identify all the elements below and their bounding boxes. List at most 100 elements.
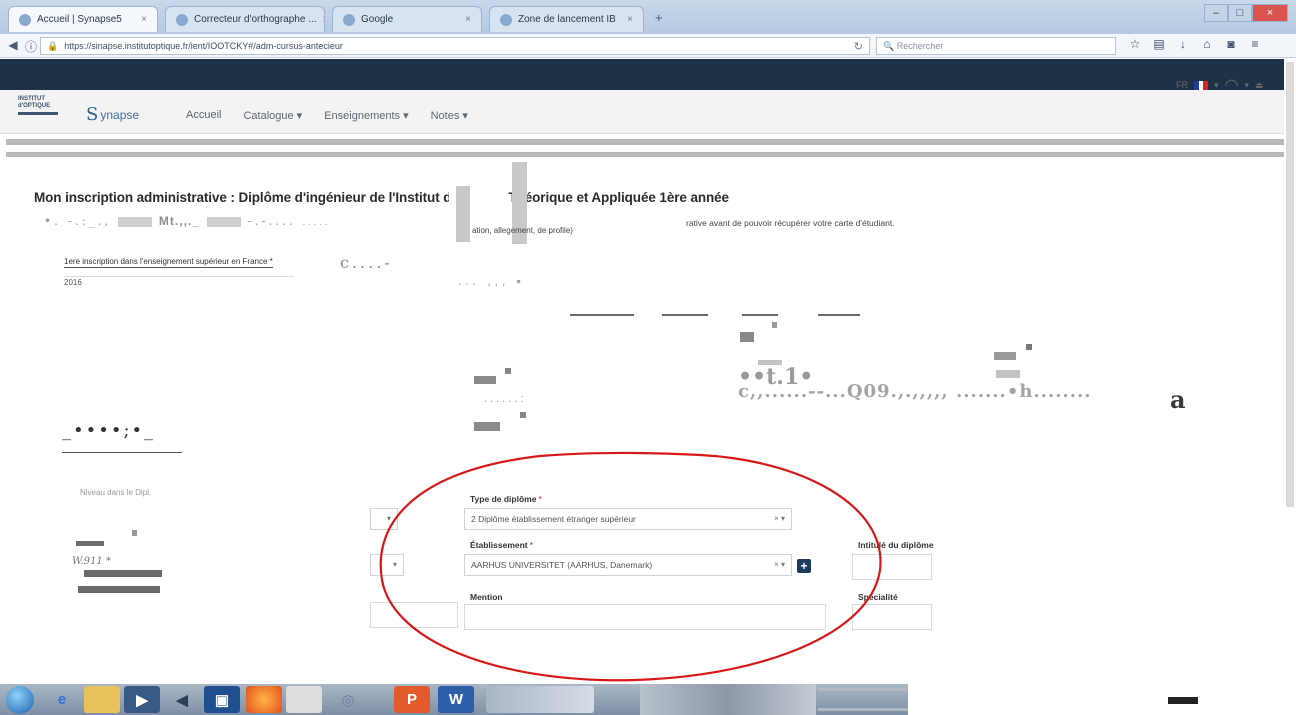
page-scrollbar[interactable]: [1286, 62, 1294, 507]
specialite-label: Spécialité: [858, 592, 898, 602]
close-tab-icon[interactable]: ×: [141, 14, 147, 25]
minimize-icon[interactable]: –: [1204, 4, 1228, 22]
synapse-s-icon: S: [86, 104, 99, 125]
scan-artifact: [1168, 697, 1198, 704]
powerpoint-icon[interactable]: P: [394, 686, 430, 713]
clear-chevron-icon[interactable]: × ▾: [774, 514, 785, 523]
subtitle-fragment: ation, allegement, de profile): [472, 226, 573, 235]
mention-input[interactable]: [464, 604, 826, 630]
intitule-diplome-label: Intitulé du diplôme: [858, 540, 934, 550]
browser-nav-bar: ◀ ⓘ 🔒 https://sinapse.institutoptique.fr…: [0, 34, 1296, 58]
site-info-icon[interactable]: ⓘ: [20, 38, 42, 55]
synapse-favicon-icon: [19, 13, 31, 26]
garbled-text: c,,......--...Q09.,.,,,,, .......•h.....…: [738, 381, 1092, 402]
main-menu: Accueil Catalogue ▾ Enseignements ▾ Note…: [186, 109, 468, 122]
url-text: https://sinapse.institutoptique.fr/ient/…: [64, 41, 343, 51]
taskbar-window-thumbnail[interactable]: [640, 684, 816, 715]
garbled-text: ... ,,, ▪: [458, 274, 525, 288]
reload-icon[interactable]: ↻: [854, 40, 863, 53]
header-divider: [6, 139, 1284, 145]
chevron-down-icon: ▾: [386, 514, 391, 523]
left-cut-input[interactable]: [370, 602, 458, 628]
network-icon[interactable]: ▣: [204, 686, 240, 713]
clear-chevron-icon[interactable]: × ▾: [774, 560, 785, 569]
page-title: Mon inscription administrative : Diplôme…: [34, 190, 729, 205]
close-tab-icon[interactable]: ×: [627, 14, 633, 25]
media-player-icon[interactable]: ▶: [124, 686, 160, 713]
menu-accueil[interactable]: Accueil: [186, 109, 221, 122]
add-etablissement-button[interactable]: +: [797, 559, 811, 573]
scan-line: [662, 314, 708, 316]
taskbar-window-thumbnail[interactable]: [486, 686, 594, 713]
menu-enseignements[interactable]: Enseignements ▾: [324, 109, 408, 122]
firefox-icon[interactable]: [246, 686, 282, 713]
garbled-text: _••••;•_: [62, 420, 156, 441]
first-inscription-value: 2016: [64, 278, 82, 287]
close-tab-icon[interactable]: ×: [323, 14, 324, 25]
word-icon[interactable]: W: [438, 686, 474, 713]
mention-label: Mention: [470, 592, 503, 602]
google-favicon-icon: [343, 13, 355, 26]
intitule-diplome-input[interactable]: [852, 554, 932, 580]
home-icon[interactable]: ⌂: [1200, 37, 1214, 51]
synapse-logo[interactable]: S ynapse: [86, 104, 139, 125]
chevron-down-icon[interactable]: ▾: [1214, 80, 1219, 91]
menu-notes[interactable]: Notes ▾: [431, 109, 468, 122]
browser-tab-bar: Accueil | Synapse5 × Correcteur d'orthog…: [0, 0, 1296, 34]
new-tab-button[interactable]: +: [655, 10, 663, 25]
etablissement-select[interactable]: AARHUS UNIVERSITET (AARHUS, Danemark) × …: [464, 554, 792, 576]
first-inscription-label: 1ere inscription dans l'enseignement sup…: [64, 257, 273, 268]
user-chevron-icon[interactable]: ▾: [1245, 80, 1250, 91]
type-diplome-label: Type de diplôme *: [470, 494, 542, 504]
spellcheck-favicon-icon: [176, 13, 188, 26]
bookmark-icon[interactable]: ▤: [1152, 37, 1166, 51]
close-window-icon[interactable]: ×: [1252, 4, 1288, 22]
browser-tab-accueil[interactable]: Accueil | Synapse5 ×: [8, 6, 158, 32]
url-bar[interactable]: 🔒 https://sinapse.institutoptique.fr/ien…: [40, 37, 870, 55]
search-icon: 🔍: [883, 41, 895, 51]
launch-favicon-icon: [500, 13, 512, 26]
volume-icon[interactable]: ◀: [164, 686, 200, 713]
scan-line: [818, 314, 860, 316]
close-tab-icon[interactable]: ×: [465, 14, 471, 25]
left-cut-select[interactable]: ▾: [370, 508, 398, 530]
niveau-caption: Niveau dans le Dipl.: [80, 488, 152, 497]
browser-tab-zone[interactable]: Zone de lancement IB ×: [489, 6, 644, 32]
scan-line: [570, 314, 634, 316]
site-top-bar: [0, 59, 1284, 90]
menu-icon[interactable]: ≡: [1248, 37, 1262, 51]
subtitle-text: rative avant de pouvoir récupérer votre …: [686, 218, 895, 228]
browser-toolbar-icons: ☆ ▤ ↓ ⌂ ◙ ≡: [1128, 37, 1262, 51]
menu-catalogue[interactable]: Catalogue ▾: [243, 109, 302, 122]
pocket-icon[interactable]: ◙: [1224, 37, 1238, 51]
start-menu-icon[interactable]: [6, 686, 34, 714]
header-divider: [6, 152, 1284, 157]
etablissement-label: Établissement *: [470, 540, 533, 550]
garbled-text: a: [1170, 385, 1186, 414]
settings-icon[interactable]: ◎: [330, 686, 366, 713]
download-icon[interactable]: ↓: [1176, 37, 1190, 51]
scan-artifact: [456, 186, 470, 242]
garbled-text: W.911 *: [72, 556, 111, 567]
garbled-text: ......:: [484, 393, 527, 405]
file-explorer-icon[interactable]: [84, 686, 120, 713]
browser-tab-correcteur[interactable]: Correcteur d'orthographe ... ×: [165, 6, 325, 32]
scan-line: [742, 314, 778, 316]
left-cut-select[interactable]: ▾: [370, 554, 404, 576]
browser-tab-google[interactable]: Google ×: [332, 6, 482, 32]
star-icon[interactable]: ☆: [1128, 37, 1142, 51]
french-flag-icon[interactable]: [1194, 80, 1209, 90]
garbled-text: •. -.:_., Mt.,,._ -.-.... .....: [44, 214, 331, 228]
logout-icon[interactable]: ⏏: [1255, 80, 1264, 91]
garbled-text: c....-: [340, 253, 393, 272]
institut-optique-logo[interactable]: INSTITUT d'OPTIQUE: [18, 96, 58, 126]
browser-search-input[interactable]: 🔍 Rechercher: [876, 37, 1116, 55]
type-diplome-select[interactable]: 2 Diplôme établissement étranger supérie…: [464, 508, 792, 530]
folder-icon[interactable]: [286, 686, 322, 713]
maximize-icon[interactable]: □: [1228, 4, 1252, 22]
window-controls: – □ ×: [1204, 4, 1288, 22]
chevron-down-icon: ▾: [392, 560, 397, 569]
lock-icon: 🔒: [47, 40, 59, 51]
internet-explorer-icon[interactable]: e: [44, 686, 80, 713]
specialite-input[interactable]: [852, 604, 932, 630]
